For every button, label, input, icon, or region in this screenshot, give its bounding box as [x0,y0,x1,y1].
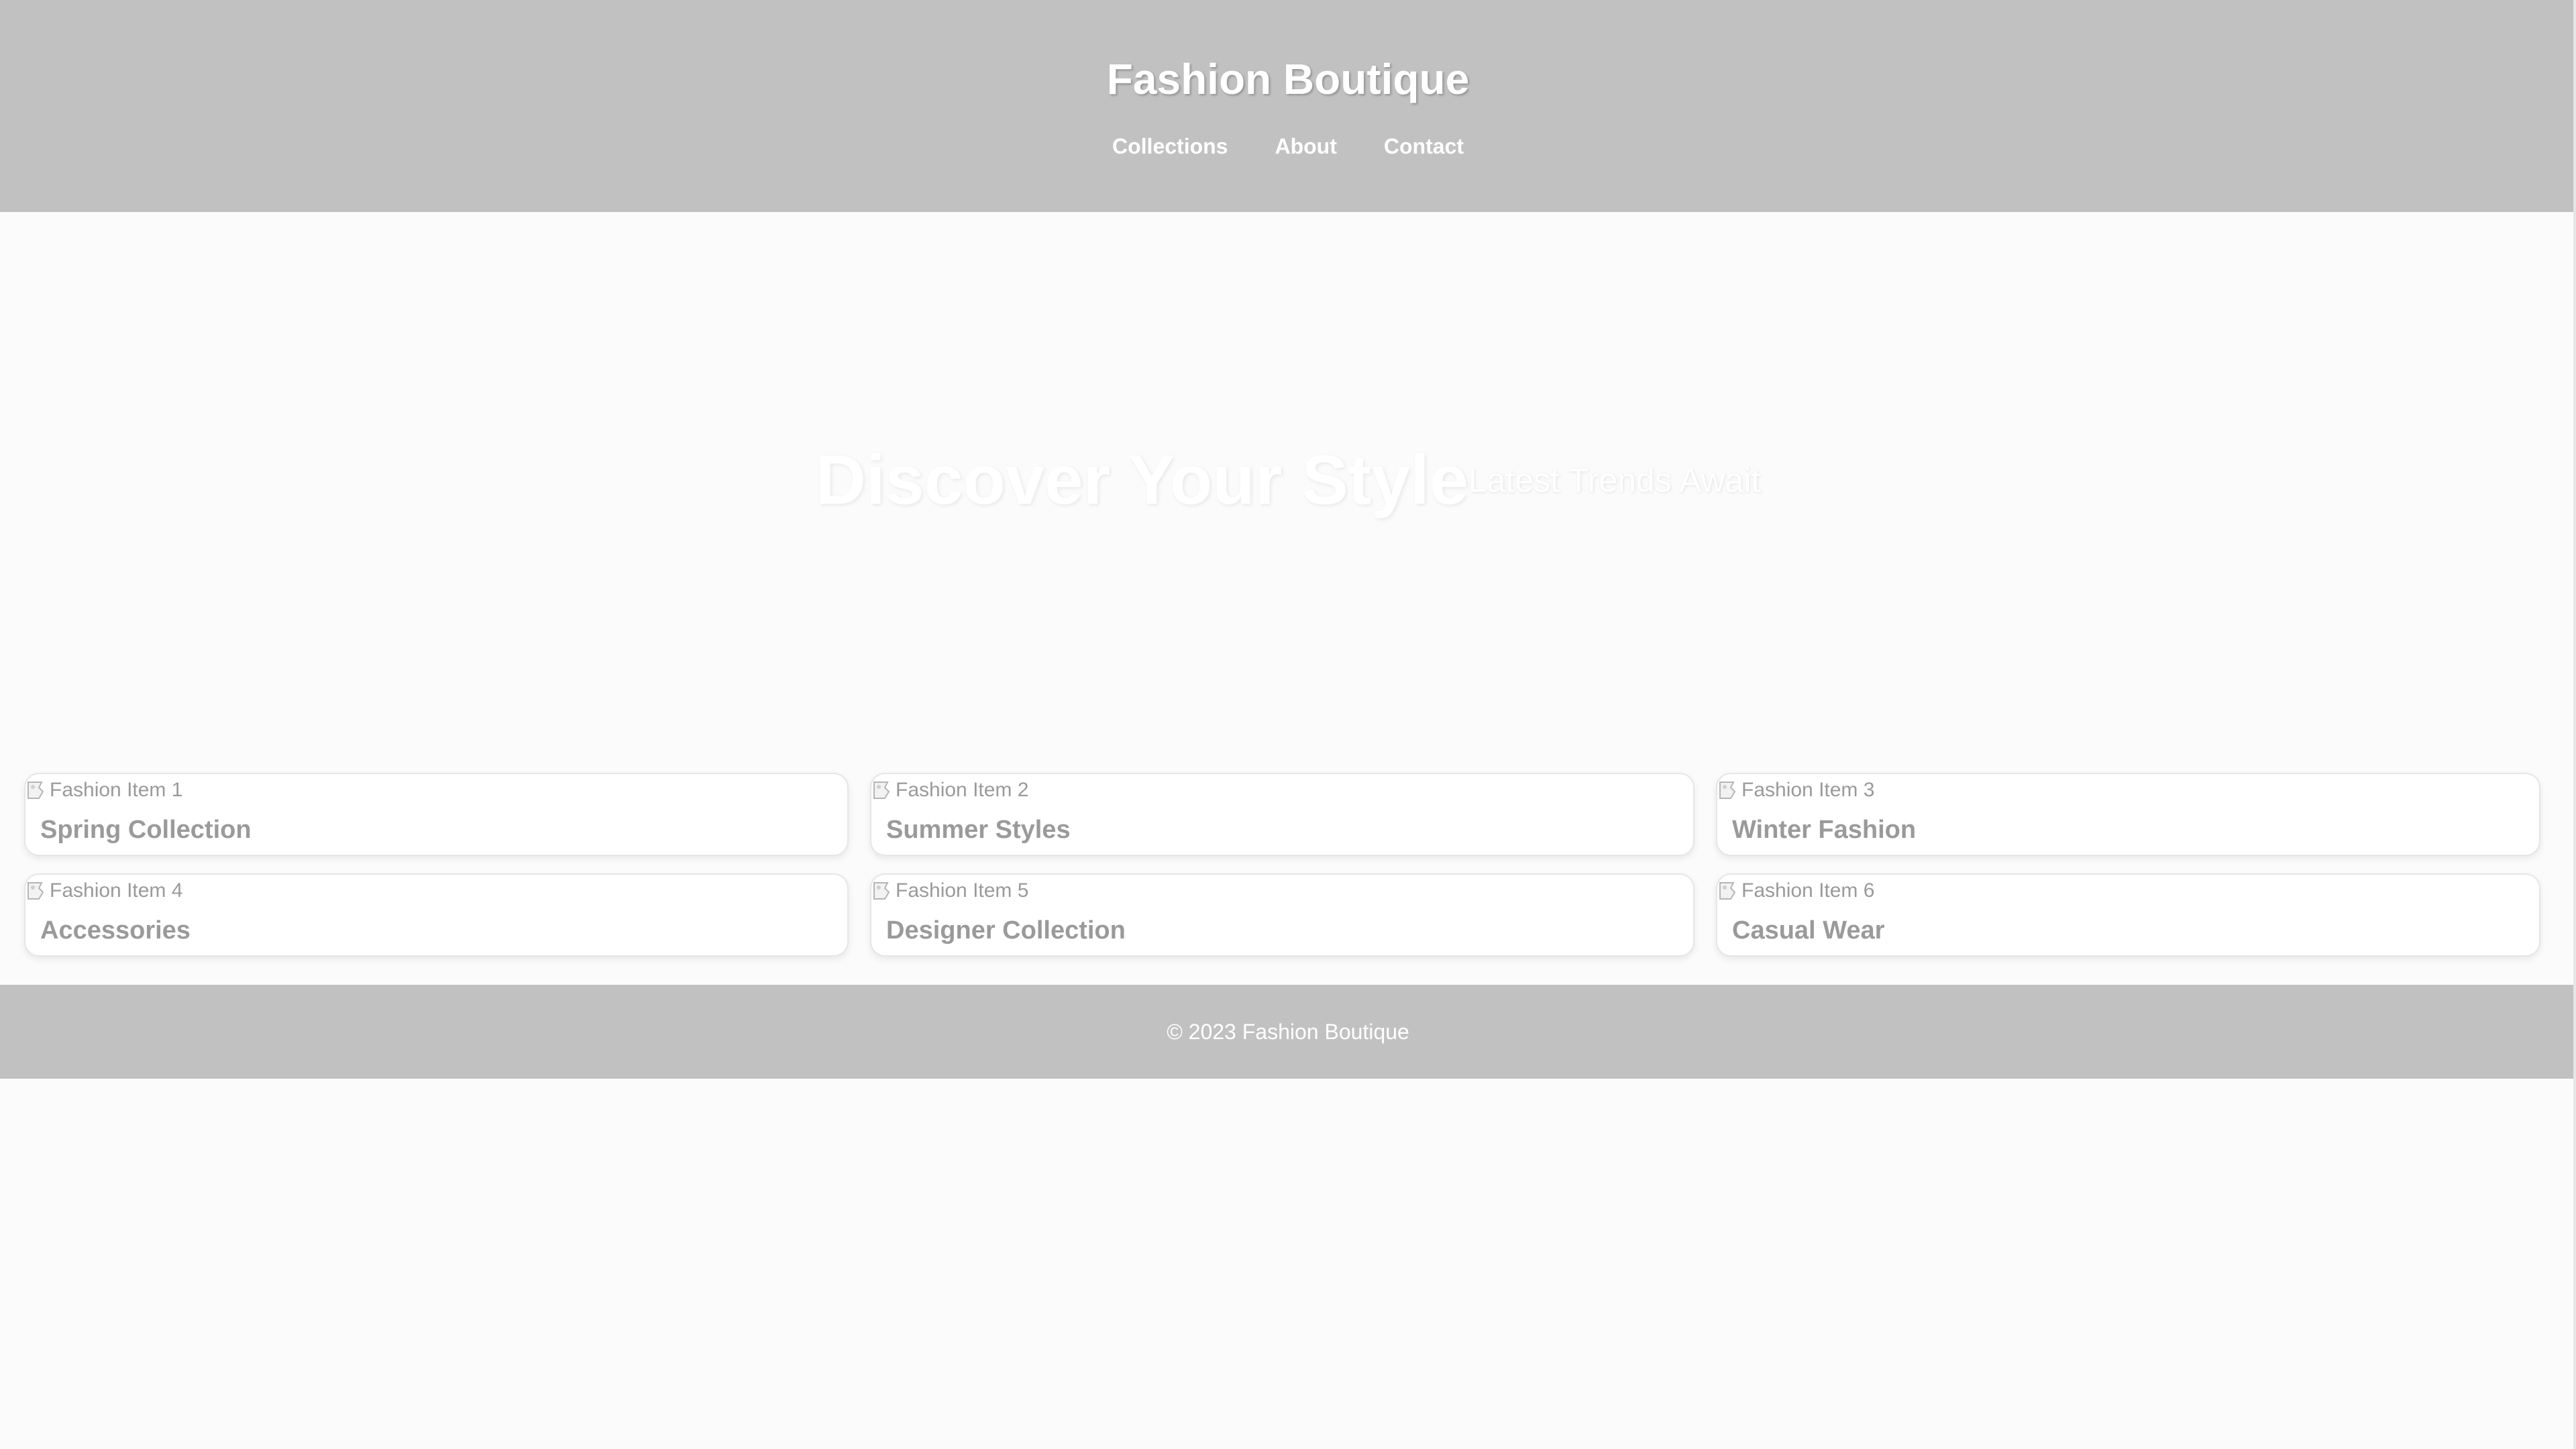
product-image: Fashion Item 4 [25,877,182,904]
product-image: Fashion Item 5 [871,877,1028,904]
product-image: Fashion Item 2 [871,777,1028,804]
product-image: Fashion Item 6 [1717,877,1874,904]
product-card[interactable]: Fashion Item 1 Spring Collection [24,773,849,856]
site-title: Fashion Boutique [1106,55,1470,103]
broken-image-icon [871,778,896,802]
product-title: Accessories [40,916,191,945]
product-card[interactable]: Fashion Item 6 Casual Wear [1716,873,2540,957]
broken-image-icon [25,778,50,802]
nav-link-collections[interactable]: Collections [1112,131,1228,161]
main-nav: Collections About Contact [0,131,2576,161]
footer-copyright: © 2023 Fashion Boutique [1167,1019,1409,1044]
site-header: Fashion Boutique Collections About Conta… [0,0,2576,212]
product-title: Casual Wear [1732,916,1885,945]
product-image-alt: Fashion Item 1 [50,779,183,801]
product-title: Designer Collection [886,916,1126,945]
hero-title: Discover Your Style [815,441,1468,519]
broken-image-icon [25,879,50,903]
site-footer: © 2023 Fashion Boutique [0,985,2576,1079]
product-image-alt: Fashion Item 2 [896,779,1029,801]
product-grid: Fashion Item 1 Spring Collection Fashion… [24,773,2549,957]
product-image: Fashion Item 1 [25,777,182,804]
product-image-alt: Fashion Item 4 [50,879,183,902]
broken-image-icon [1717,879,1741,903]
product-card[interactable]: Fashion Item 4 Accessories [24,873,849,957]
product-image: Fashion Item 3 [1717,777,1874,804]
product-image-alt: Fashion Item 5 [896,879,1029,902]
page-scrollbar[interactable] [2573,0,2576,1449]
hero-subtitle: Latest Trends Await [1468,462,1761,499]
product-card[interactable]: Fashion Item 2 Summer Styles [870,773,1695,856]
product-image-alt: Fashion Item 6 [1741,879,1875,902]
nav-link-about[interactable]: About [1275,131,1336,161]
product-title: Summer Styles [886,816,1071,844]
hero-section: Discover Your Style Latest Trends Await [0,212,2576,749]
product-card[interactable]: Fashion Item 3 Winter Fashion [1716,773,2540,856]
broken-image-icon [1717,778,1741,802]
product-card[interactable]: Fashion Item 5 Designer Collection [870,873,1695,957]
product-title: Winter Fashion [1732,816,1917,844]
product-title: Spring Collection [40,816,252,844]
broken-image-icon [871,879,896,903]
nav-link-contact[interactable]: Contact [1384,131,1464,161]
product-image-alt: Fashion Item 3 [1741,779,1875,801]
